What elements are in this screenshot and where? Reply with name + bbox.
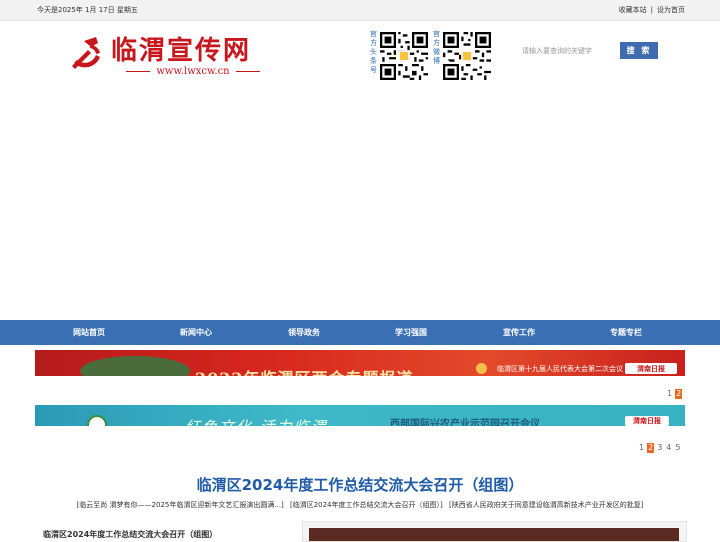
bookmark-link[interactable]: 收藏本站 xyxy=(619,6,647,14)
search-button[interactable]: 搜 索 xyxy=(620,42,658,59)
related-link[interactable]: [临云至尚 渭梦有你——2025年临渭区迎新年文艺汇报演出圆满...] xyxy=(77,501,284,509)
related-link[interactable]: [陕西省人民政府关于同意建设临渭高新技术产业开发区的批复] xyxy=(449,501,643,509)
banner-caption: 临渭区第十九届人民代表大会第二次会议 xyxy=(497,365,623,373)
qr-label-toutiao: 官方头条号 xyxy=(370,30,377,74)
headline-title[interactable]: 临渭区2024年度工作总结交流大会召开（组图） xyxy=(0,474,720,495)
banner-headline: 2022年临渭区两会专题报道 xyxy=(195,365,414,376)
site-url: www.lwxcw.cn xyxy=(114,66,272,77)
nav-item-special-topics[interactable]: 专题专栏 xyxy=(581,320,671,345)
pager-page-2-active[interactable]: 2 xyxy=(647,443,655,453)
link-separator: | xyxy=(650,6,653,14)
site-logo[interactable]: 临渭宣传网 www.lwxcw.cn xyxy=(66,30,276,80)
nav-item-propaganda[interactable]: 宣传工作 xyxy=(474,320,564,345)
site-title: 临渭宣传网 xyxy=(111,36,252,66)
newspaper-logo: 渭南日报 xyxy=(625,416,669,426)
top-links: 收藏本站 | 设为首页 xyxy=(619,0,685,20)
banner1-pager: 12 xyxy=(665,389,683,399)
main-nav: 网站首页 新闻中心 领导政务 学习强国 宣传工作 专题专栏 xyxy=(0,320,720,345)
pager-page-5[interactable]: 5 xyxy=(674,443,681,453)
set-homepage-link[interactable]: 设为首页 xyxy=(657,6,685,14)
nav-item-home[interactable]: 网站首页 xyxy=(44,320,134,345)
pager-page-1[interactable]: 1 xyxy=(638,443,645,453)
nav-item-leadership[interactable]: 领导政务 xyxy=(259,320,349,345)
related-link[interactable]: [临渭区2024年度工作总结交流大会召开（组图）] xyxy=(290,501,443,509)
national-emblem-icon xyxy=(476,363,487,374)
pager-page-2-active[interactable]: 2 xyxy=(675,389,683,399)
news-image-box[interactable] xyxy=(302,521,687,542)
current-date: 今天是2025年 1月 17日 星期五 xyxy=(37,6,138,14)
qr-code-toutiao-icon xyxy=(380,32,428,80)
banner2-pager: 12345 xyxy=(637,443,682,453)
banner-calligraphy: 红色文化 活力临渭 xyxy=(185,416,328,426)
search-input[interactable] xyxy=(518,42,622,59)
banner-culture[interactable]: 红色文化 活力临渭 西部国际兴农产业示范园召开会议 渭南日报 xyxy=(35,405,685,426)
pager-page-1[interactable]: 1 xyxy=(666,389,673,399)
related-links: [临云至尚 渭梦有你——2025年临渭区迎新年文艺汇报演出圆满...] [临渭区… xyxy=(0,500,720,510)
party-emblem-icon xyxy=(72,37,100,69)
news-item-title[interactable]: 临渭区2024年度工作总结交流大会召开（组图） xyxy=(43,529,217,540)
newspaper-logo: 渭南日报 xyxy=(625,363,677,374)
qr-label-weibo: 官方微博 xyxy=(433,30,440,65)
pager-page-3[interactable]: 3 xyxy=(656,443,663,453)
news-photo xyxy=(309,528,679,541)
banner-lianghui[interactable]: 2022年临渭区两会专题报道 临渭区第十九届人民代表大会第二次会议 渭南日报 xyxy=(35,350,685,376)
park-logo-icon xyxy=(87,415,107,426)
banner-scenery xyxy=(80,356,190,376)
nav-item-news[interactable]: 新闻中心 xyxy=(151,320,241,345)
pager-page-4[interactable]: 4 xyxy=(665,443,672,453)
qr-code-weibo-icon xyxy=(443,32,491,80)
banner-caption: 西部国际兴农产业示范园召开会议 xyxy=(390,419,540,426)
top-bar: 今天是2025年 1月 17日 星期五 收藏本站 | 设为首页 xyxy=(0,0,720,21)
nav-item-study[interactable]: 学习强国 xyxy=(366,320,456,345)
